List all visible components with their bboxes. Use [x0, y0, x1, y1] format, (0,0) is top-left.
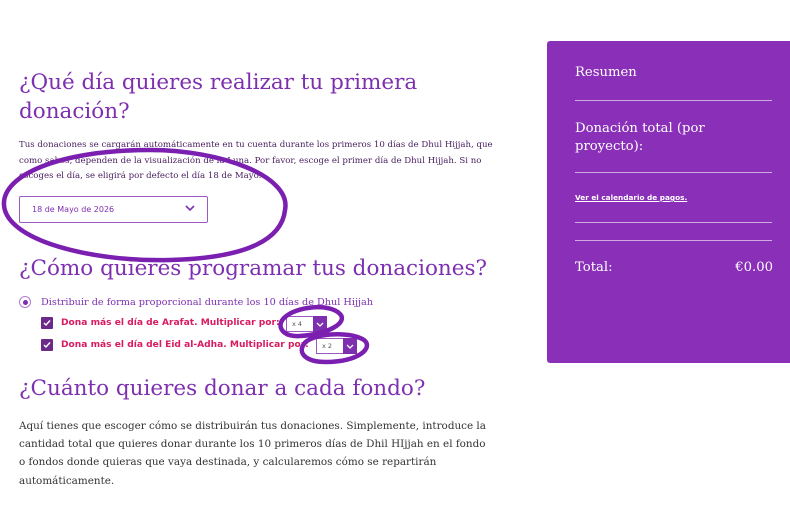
schedule-heading: ¿Cómo quieres programar tus donaciones? [19, 256, 488, 281]
date-select-value: 18 de Mayo de 2026 [32, 205, 115, 214]
distribute-radio[interactable] [19, 296, 31, 308]
amount-description: Aquí tienes que escoger cómo se distribu… [19, 420, 486, 487]
chevron-down-icon [313, 316, 327, 332]
distribute-radio-label: Distribuir de forma proporcional durante… [41, 296, 374, 308]
arafat-checkbox[interactable] [41, 317, 53, 329]
summary-total-per-project: Donación total (por proyecto): [575, 121, 705, 154]
eid-label: Dona más el día del Eid al-Adha. Multipl… [61, 340, 309, 350]
chevron-down-icon [343, 338, 357, 354]
eid-multiplier-select[interactable]: x 2 [316, 338, 357, 354]
arafat-multiplier-select[interactable]: x 4 [286, 316, 327, 332]
summary-divider [575, 222, 772, 223]
summary-total-label: Total: [575, 260, 613, 275]
first-day-date-select[interactable]: 18 de Mayo de 2026 [19, 196, 208, 223]
payment-calendar-link[interactable]: Ver el calendario de pagos. [575, 193, 687, 202]
distribute-proportionally-option[interactable]: Distribuir de forma proporcional durante… [19, 296, 373, 308]
first-day-heading: ¿Qué día quieres realizar tu primera don… [19, 70, 418, 124]
check-icon [43, 342, 51, 349]
summary-divider [575, 100, 772, 101]
summary-panel: Resumen Donación total (por proyecto): V… [547, 41, 790, 363]
summary-divider [575, 240, 772, 241]
eid-multiplier-option[interactable]: Dona más el día del Eid al-Adha. Multipl… [41, 339, 309, 351]
summary-total-amount: €0.00 [735, 260, 773, 275]
arafat-multiplier-value: x 4 [292, 320, 303, 328]
first-day-description: Tus donaciones se cargarán automáticamen… [19, 140, 493, 181]
arafat-multiplier-option[interactable]: Dona más el día de Arafat. Multiplicar p… [41, 317, 280, 329]
amount-heading: ¿Cuánto quieres donar a cada fondo? [19, 376, 426, 401]
summary-title: Resumen [575, 65, 637, 80]
eid-multiplier-value: x 2 [322, 342, 333, 350]
check-icon [43, 320, 51, 327]
arafat-label: Dona más el día de Arafat. Multiplicar p… [61, 318, 280, 328]
summary-divider [575, 172, 772, 173]
eid-checkbox[interactable] [41, 339, 53, 351]
chevron-down-icon [185, 205, 195, 214]
